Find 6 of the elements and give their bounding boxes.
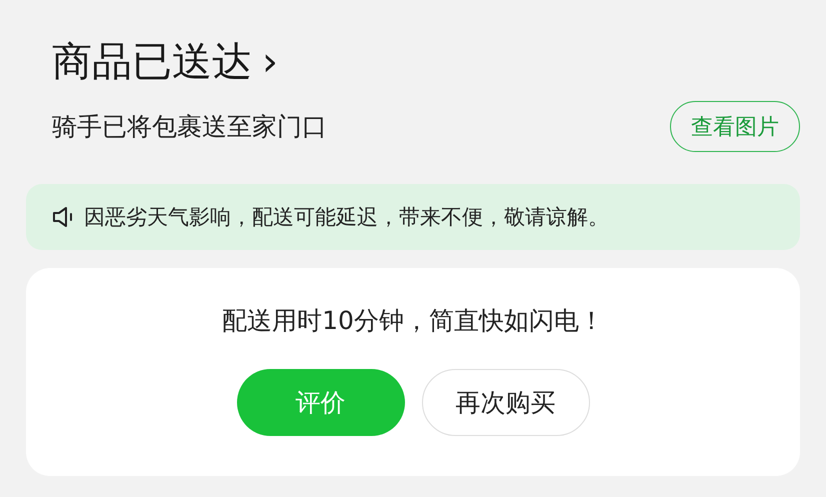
buy-again-button[interactable]: 再次购买 [422,369,590,436]
delivery-subtitle: 骑手已将包裹送至家门口 [52,111,327,143]
notice-text: 因恶劣天气影响，配送可能延迟，带来不便，敬请谅解。 [84,204,609,231]
delivery-message: 配送用时10分钟，简直快如闪电！ [222,305,604,337]
page-title: 商品已送达 [52,38,252,87]
chevron-link[interactable]: › [262,34,278,90]
